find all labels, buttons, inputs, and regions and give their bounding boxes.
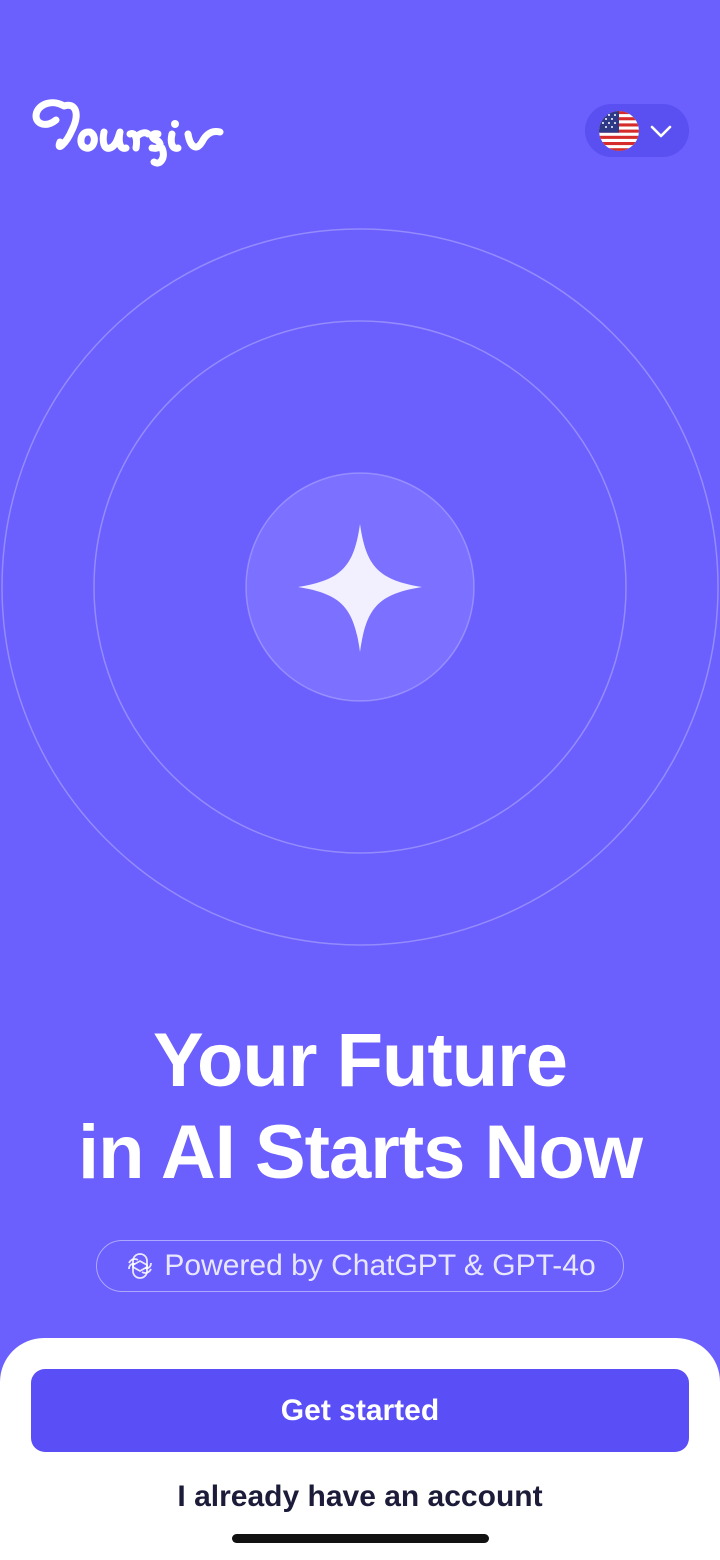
bottom-sheet: Get started I already have an account	[0, 1338, 720, 1560]
headline: Your Future in AI Starts Now	[0, 1015, 720, 1199]
login-link[interactable]: I already have an account	[0, 1472, 720, 1522]
headline-line-2: in AI Starts Now	[78, 1110, 643, 1195]
welcome-screen: Your Future in AI Starts Now Powered by …	[0, 0, 720, 1560]
powered-by-badge: Powered by ChatGPT & GPT-4o	[96, 1240, 624, 1292]
home-indicator	[232, 1534, 489, 1543]
powered-by-text: Powered by ChatGPT & GPT-4o	[164, 1249, 596, 1282]
openai-logo-icon	[128, 1253, 153, 1279]
hero-graphic	[1, 228, 719, 946]
get-started-button[interactable]: Get started	[31, 1369, 689, 1452]
headline-line-1: Your Future	[152, 1018, 568, 1103]
